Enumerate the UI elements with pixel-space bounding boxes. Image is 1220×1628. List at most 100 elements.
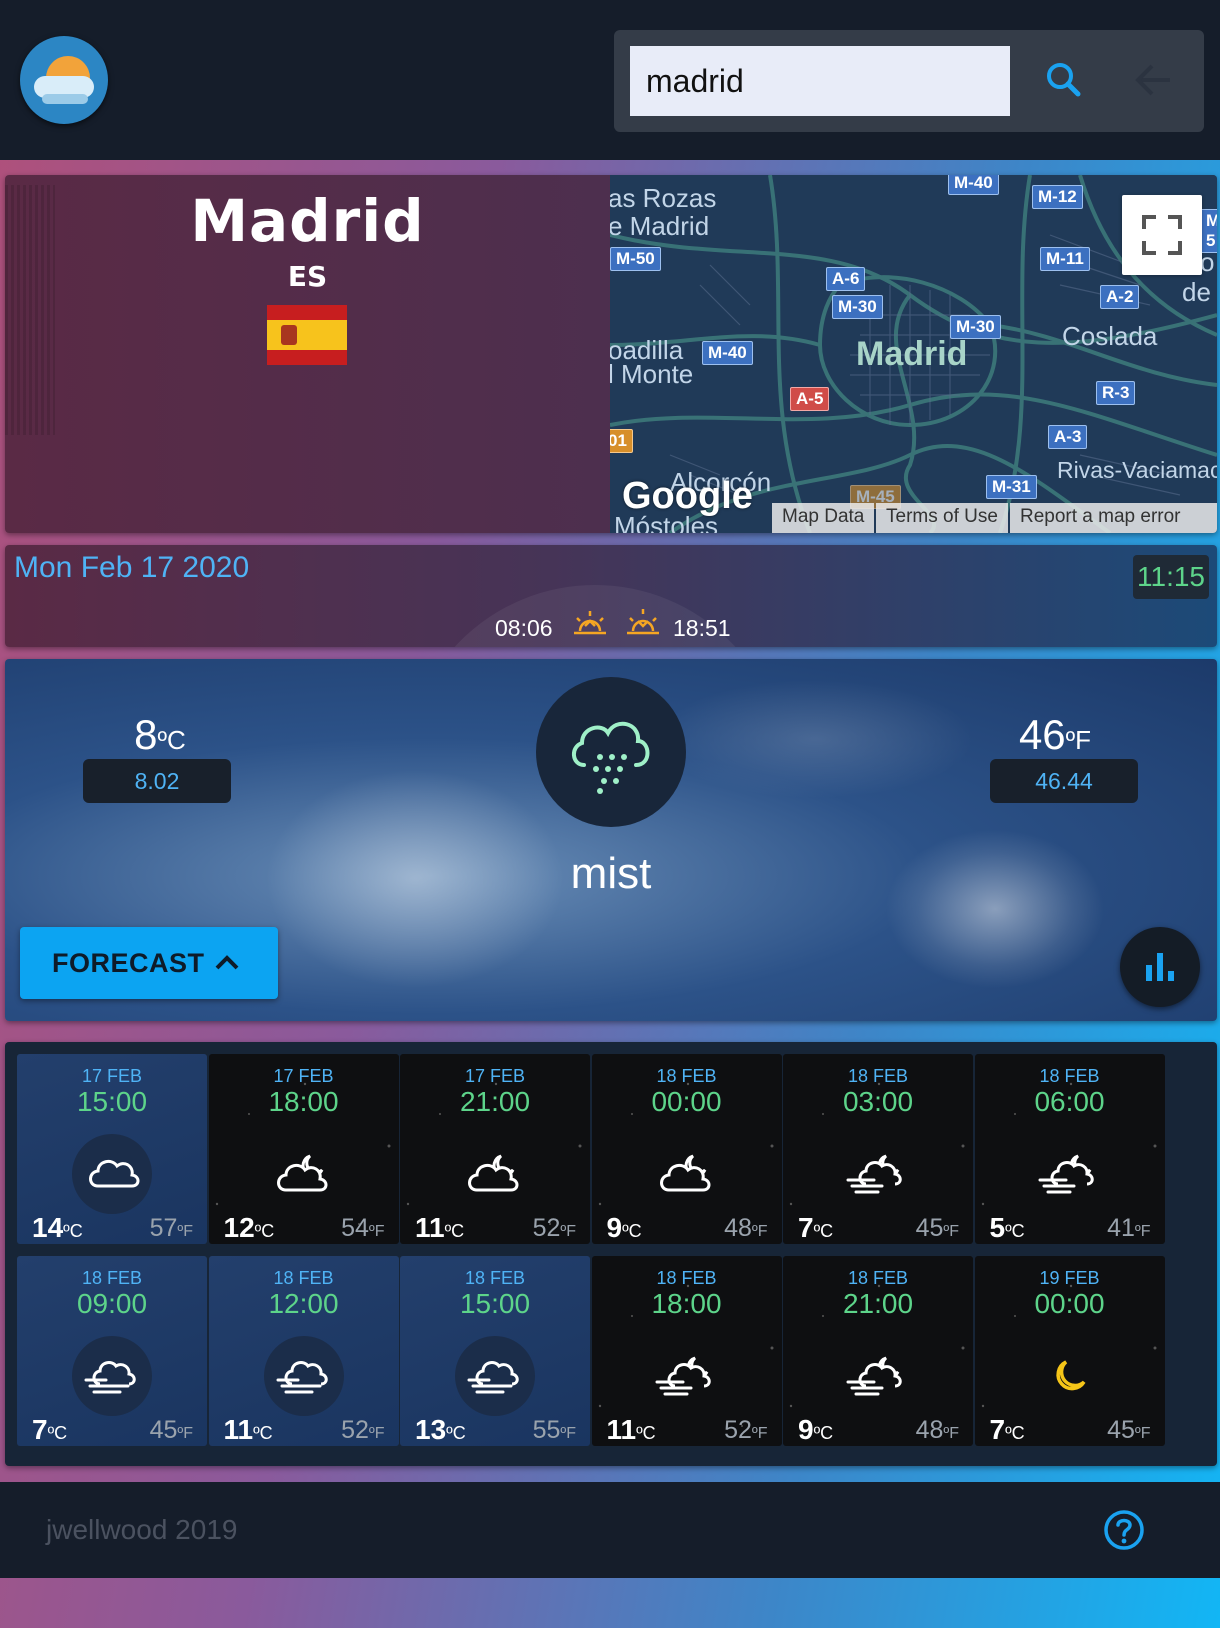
road-shield: A-3: [1048, 425, 1088, 449]
forecast-tile: 18 FEB 21:00 9ºC 48ºF: [783, 1256, 973, 1446]
forecast-temp-fahrenheit: 41ºF: [1107, 1214, 1151, 1242]
forecast-date: 18 FEB: [656, 1066, 717, 1086]
map-data-link[interactable]: Map Data: [772, 503, 875, 533]
forecast-time: 06:00: [1034, 1086, 1105, 1117]
exact-temperature-celsius: 8.02: [83, 759, 231, 803]
search-button[interactable]: [1034, 50, 1094, 110]
forecast-time: 00:00: [651, 1086, 722, 1117]
forecast-tile: 18 FEB 18:00 11ºC 52ºF: [591, 1256, 782, 1446]
forecast-time: 18:00: [651, 1288, 722, 1319]
forecast-time: 03:00: [842, 1086, 914, 1117]
cloud-rain-icon: [536, 677, 686, 827]
forecast-button[interactable]: FORECAST: [20, 927, 278, 999]
road-shield: M-30: [832, 295, 883, 319]
forecast-temp-celsius: 9ºC: [798, 1414, 834, 1445]
date-bar: Mon Feb 17 2020 11:15 08:06 18:51: [5, 545, 1217, 647]
sunset-time: 18:51: [673, 615, 731, 641]
sunrise-icon: [574, 611, 606, 635]
forecast-temp-celsius: 7ºC: [989, 1414, 1025, 1445]
forecast-date: 18 FEB: [847, 1066, 909, 1086]
forecast-date: 18 FEB: [464, 1268, 526, 1288]
forecast-time: 12:00: [268, 1288, 339, 1319]
forecast-grid: 17 FEB 15:00 14ºC 57ºF 17 FEB 18:00 12ºC 54ºF 17…: [5, 1042, 1217, 1466]
forecast-temp-celsius: 9ºC: [606, 1212, 642, 1243]
road-shield: M-40: [702, 341, 753, 365]
city-name: Madrid: [190, 187, 425, 255]
windy-cloud-moon-icon: [647, 1336, 727, 1416]
map-label: l Monte: [610, 359, 694, 389]
current-date: Mon Feb 17 2020: [14, 551, 250, 584]
road-shield: A-2: [1100, 285, 1140, 309]
forecast-tile: 18 FEB 00:00 9ºC 48ºF: [591, 1054, 782, 1244]
forecast-temp-celsius: 11ºC: [415, 1212, 465, 1243]
windy-cloud-icon: [72, 1336, 152, 1416]
moon-icon: [1030, 1336, 1110, 1416]
forecast-tile: 17 FEB 15:00 14ºC 57ºF: [17, 1054, 207, 1244]
local-time: 11:15: [1133, 555, 1209, 599]
weather-description: mist: [570, 849, 652, 898]
road-shield: M-11: [1040, 247, 1090, 271]
terms-of-use-link[interactable]: Terms of Use: [876, 503, 1008, 533]
forecast-time: 21:00: [459, 1086, 531, 1117]
fullscreen-button[interactable]: [1122, 195, 1202, 275]
forecast-temp-fahrenheit: 48ºF: [915, 1416, 959, 1444]
forecast-tile: 18 FEB 03:00 7ºC 45ºF: [783, 1054, 973, 1244]
forecast-temp-fahrenheit: 45ºF: [149, 1416, 193, 1444]
report-map-error-link[interactable]: Report a map error: [1010, 503, 1217, 533]
google-logo: Google: [622, 475, 753, 517]
fullscreen-icon: [1142, 215, 1182, 255]
map-city-label: Madrid: [856, 335, 968, 373]
forecast-temp-fahrenheit: 48ºF: [724, 1214, 768, 1242]
road-shield: M-30: [950, 315, 1001, 339]
windy-cloud-moon-icon: [838, 1134, 918, 1214]
search-input[interactable]: [630, 46, 1010, 116]
temperature-celsius: 8ºC: [134, 711, 186, 758]
forecast-date: 17 FEB: [81, 1066, 143, 1086]
forecast-temp-fahrenheit: 45ºF: [915, 1214, 959, 1242]
forecast-temp-fahrenheit: 54ºF: [341, 1214, 385, 1242]
current-weather-panel: 8ºC 8.02 46ºF 46.44 mist FORECAST: [5, 659, 1217, 1021]
road-shield: M-31: [986, 475, 1037, 499]
forecast-temp-celsius: 12ºC: [223, 1212, 275, 1243]
map-label: Rivas-Vaciamac: [1057, 457, 1217, 483]
forecast-tile: 19 FEB 00:00 7ºC 45ºF: [974, 1256, 1165, 1446]
back-button[interactable]: [1124, 50, 1184, 110]
search-icon: [1047, 63, 1081, 97]
forecast-date: 18 FEB: [847, 1268, 909, 1288]
windy-cloud-icon: [455, 1336, 535, 1416]
forecast-temp-fahrenheit: 52ºF: [724, 1416, 768, 1444]
forecast-date: 18 FEB: [81, 1268, 143, 1288]
map-label: e Madrid: [610, 211, 710, 241]
forecast-tile: 17 FEB 18:00 12ºC 54ºF: [208, 1054, 399, 1244]
search-bar: [614, 30, 1204, 132]
forecast-tile: 18 FEB 06:00 5ºC 41ºF: [974, 1054, 1165, 1244]
windy-cloud-moon-icon: [1030, 1134, 1110, 1214]
temperature-fahrenheit: 46ºF: [1018, 711, 1092, 758]
forecast-temp-celsius: 5ºC: [989, 1212, 1025, 1243]
forecast-temp-fahrenheit: 52ºF: [532, 1214, 576, 1242]
weather-logo-icon[interactable]: [20, 36, 108, 124]
chevron-up-icon: [215, 955, 239, 970]
forecast-time: 15:00: [459, 1288, 531, 1319]
chart-button[interactable]: [1120, 927, 1200, 1007]
forecast-temp-celsius: 14ºC: [32, 1212, 83, 1243]
help-circle-icon[interactable]: [1102, 1508, 1146, 1552]
windy-cloud-moon-icon: [838, 1336, 918, 1416]
city-card: Madrid ES as Rozas e Madrid oadilla l Mo…: [5, 175, 1217, 533]
forecast-date: 18 FEB: [1039, 1066, 1100, 1086]
windy-cloud-icon: [263, 1336, 344, 1416]
forecast-tile: 17 FEB 21:00 11ºC 52ºF: [400, 1054, 590, 1244]
forecast-button-label: FORECAST: [52, 948, 205, 978]
road-shield: M-12: [1032, 185, 1083, 209]
cloud-moon-icon: [647, 1134, 727, 1214]
forecast-temp-fahrenheit: 52ºF: [341, 1416, 385, 1444]
forecast-time: 09:00: [76, 1288, 148, 1319]
forecast-date: 18 FEB: [273, 1268, 334, 1288]
forecast-temp-celsius: 13ºC: [415, 1414, 466, 1445]
forecast-temp-celsius: 11ºC: [606, 1414, 656, 1445]
road-shield: A-6: [826, 267, 866, 291]
sunset-icon: [627, 609, 659, 635]
road-shield: 01: [610, 429, 633, 453]
forecast-temp-celsius: 7ºC: [32, 1414, 68, 1445]
map-view[interactable]: as Rozas e Madrid oadilla l Monte Coslad…: [610, 175, 1217, 533]
